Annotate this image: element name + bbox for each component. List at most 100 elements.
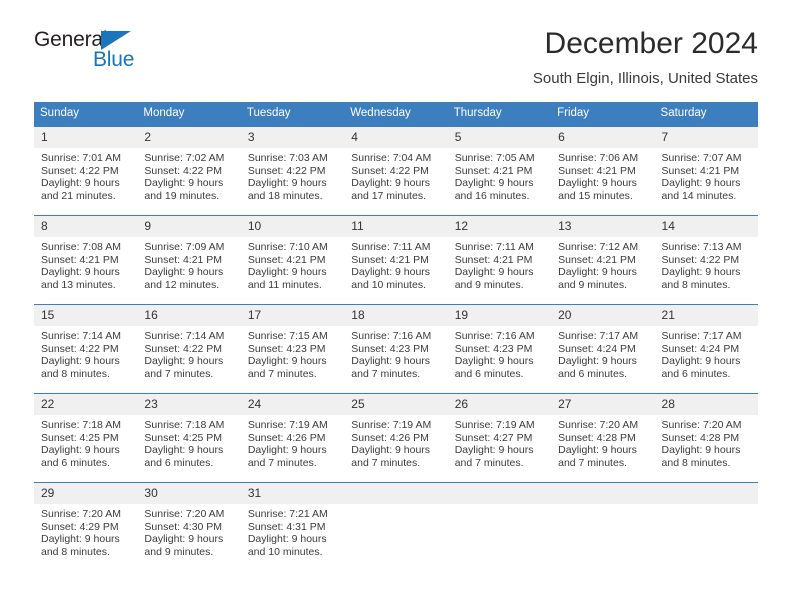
daylight-text-line1: Daylight: 9 hours: [351, 177, 431, 190]
sunrise-text: Sunrise: 7:20 AM: [41, 508, 121, 520]
day-number[interactable]: 26: [448, 394, 551, 415]
week-detail-strip: Sunrise: 7:01 AM Sunset: 4:22 PM Dayligh…: [34, 148, 758, 215]
sunset-text: Sunset: 4:21 PM: [661, 164, 740, 177]
day-number[interactable]: 5: [448, 127, 551, 148]
weekday-header-wednesday: Wednesday: [350, 107, 411, 119]
day-cell: Sunrise: 7:21 AM Sunset: 4:31 PM Dayligh…: [241, 504, 344, 571]
sunset-text: Sunset: 4:22 PM: [144, 164, 223, 177]
day-number[interactable]: 23: [137, 394, 240, 415]
day-number[interactable]: 9: [137, 216, 240, 237]
day-number[interactable]: 2: [137, 127, 240, 148]
sunset-text: Sunset: 4:22 PM: [247, 164, 326, 177]
day-number[interactable]: 17: [241, 305, 344, 326]
daylight-text-line1: Daylight: 9 hours: [41, 444, 120, 457]
day-cell: Sunrise: 7:15 AM Sunset: 4:23 PM Dayligh…: [241, 326, 344, 393]
daylight-text-line1: Daylight: 9 hours: [351, 266, 431, 279]
week-detail-strip: Sunrise: 7:08 AM Sunset: 4:21 PM Dayligh…: [34, 237, 758, 304]
day-number[interactable]: 16: [137, 305, 240, 326]
week-detail-strip: Sunrise: 7:14 AM Sunset: 4:22 PM Dayligh…: [34, 326, 758, 393]
daylight-text-line1: Daylight: 9 hours: [558, 444, 637, 457]
sunrise-text: Sunrise: 7:18 AM: [144, 419, 225, 431]
day-number[interactable]: 25: [344, 394, 447, 415]
daylight-text-line2: and 13 minutes.: [41, 278, 116, 291]
daylight-text-line1: Daylight: 9 hours: [454, 266, 534, 279]
day-cell-empty: [551, 504, 654, 571]
day-number[interactable]: 19: [448, 305, 551, 326]
day-number[interactable]: 14: [655, 216, 758, 237]
sunset-text: Sunset: 4:30 PM: [144, 520, 223, 533]
daylight-text-line1: Daylight: 9 hours: [558, 177, 637, 190]
sunrise-text: Sunrise: 7:12 AM: [558, 241, 639, 253]
sunrise-text: Sunrise: 7:15 AM: [247, 330, 328, 342]
day-cell: Sunrise: 7:19 AM Sunset: 4:26 PM Dayligh…: [344, 415, 447, 482]
daylight-text-line2: and 15 minutes.: [558, 189, 633, 202]
day-number[interactable]: 27: [551, 394, 654, 415]
day-number[interactable]: 11: [344, 216, 447, 237]
daylight-text-line2: and 6 minutes.: [558, 367, 627, 380]
day-number[interactable]: 8: [34, 216, 137, 237]
daylight-text-line1: Daylight: 9 hours: [351, 444, 431, 457]
sunrise-text: Sunrise: 7:17 AM: [558, 330, 639, 342]
daylight-text-line2: and 10 minutes.: [351, 278, 426, 291]
day-number-empty: [344, 483, 447, 504]
day-number[interactable]: 31: [241, 483, 344, 504]
daylight-text-line2: and 11 minutes.: [247, 278, 322, 291]
day-number[interactable]: 3: [241, 127, 344, 148]
sunrise-text: Sunrise: 7:13 AM: [661, 241, 742, 253]
sunrise-text: Sunrise: 7:21 AM: [247, 508, 328, 520]
weekday-header-saturday: Saturday: [660, 107, 707, 119]
day-cell: Sunrise: 7:19 AM Sunset: 4:26 PM Dayligh…: [241, 415, 344, 482]
brand-name-secondary: Blue: [93, 48, 135, 71]
calendar-week-row: 8 9 10 11 12 13 14 Sunrise: 7:08 AM Suns…: [34, 215, 758, 304]
day-cell: Sunrise: 7:20 AM Sunset: 4:28 PM Dayligh…: [655, 415, 758, 482]
daylight-text-line2: and 9 minutes.: [558, 278, 627, 291]
day-number[interactable]: 20: [551, 305, 654, 326]
week-daynumber-strip: 15 16 17 18 19 20 21: [34, 305, 758, 326]
day-cell: Sunrise: 7:17 AM Sunset: 4:24 PM Dayligh…: [551, 326, 654, 393]
daylight-text-line1: Daylight: 9 hours: [558, 266, 637, 279]
day-cell: Sunrise: 7:01 AM Sunset: 4:22 PM Dayligh…: [34, 148, 137, 215]
day-number[interactable]: 21: [655, 305, 758, 326]
daylight-text-line1: Daylight: 9 hours: [454, 355, 534, 368]
day-number[interactable]: 29: [34, 483, 137, 504]
day-number[interactable]: 13: [551, 216, 654, 237]
day-number[interactable]: 30: [137, 483, 240, 504]
weekday-header-thursday: Thursday: [453, 107, 502, 119]
sunset-text: Sunset: 4:23 PM: [247, 342, 326, 355]
sunset-text: Sunset: 4:21 PM: [454, 164, 533, 177]
sunrise-text: Sunrise: 7:07 AM: [661, 152, 742, 164]
daylight-text-line2: and 6 minutes.: [661, 367, 731, 380]
day-cell: Sunrise: 7:14 AM Sunset: 4:22 PM Dayligh…: [34, 326, 137, 393]
week-daynumber-strip: 8 9 10 11 12 13 14: [34, 216, 758, 237]
sunrise-text: Sunrise: 7:14 AM: [41, 330, 121, 342]
day-number[interactable]: 7: [655, 127, 758, 148]
page-subtitle: South Elgin, Illinois, United States: [532, 70, 758, 87]
day-cell: Sunrise: 7:17 AM Sunset: 4:24 PM Dayligh…: [655, 326, 758, 393]
day-number[interactable]: 12: [448, 216, 551, 237]
brand-logo[interactable]: General Blue: [34, 26, 154, 74]
sunset-text: Sunset: 4:21 PM: [41, 253, 119, 266]
daylight-text-line2: and 7 minutes.: [247, 367, 317, 380]
day-cell: Sunrise: 7:19 AM Sunset: 4:27 PM Dayligh…: [448, 415, 551, 482]
sunset-text: Sunset: 4:22 PM: [41, 342, 119, 355]
daylight-text-line2: and 6 minutes.: [41, 456, 110, 469]
sunrise-text: Sunrise: 7:19 AM: [454, 419, 535, 431]
day-number[interactable]: 6: [551, 127, 654, 148]
day-number[interactable]: 10: [241, 216, 344, 237]
week-detail-strip: Sunrise: 7:20 AM Sunset: 4:29 PM Dayligh…: [34, 504, 758, 571]
day-number[interactable]: 22: [34, 394, 137, 415]
sunset-text: Sunset: 4:21 PM: [247, 253, 326, 266]
daylight-text-line1: Daylight: 9 hours: [41, 266, 120, 279]
day-number[interactable]: 18: [344, 305, 447, 326]
day-number[interactable]: 24: [241, 394, 344, 415]
day-cell: Sunrise: 7:20 AM Sunset: 4:29 PM Dayligh…: [34, 504, 137, 571]
sunrise-text: Sunrise: 7:08 AM: [41, 241, 121, 253]
sunset-text: Sunset: 4:21 PM: [558, 253, 636, 266]
day-number[interactable]: 1: [34, 127, 137, 148]
sunset-text: Sunset: 4:26 PM: [351, 431, 429, 444]
sunrise-text: Sunrise: 7:03 AM: [247, 152, 328, 164]
day-number[interactable]: 4: [344, 127, 447, 148]
day-number[interactable]: 15: [34, 305, 137, 326]
day-number[interactable]: 28: [655, 394, 758, 415]
daylight-text-line1: Daylight: 9 hours: [661, 444, 741, 457]
